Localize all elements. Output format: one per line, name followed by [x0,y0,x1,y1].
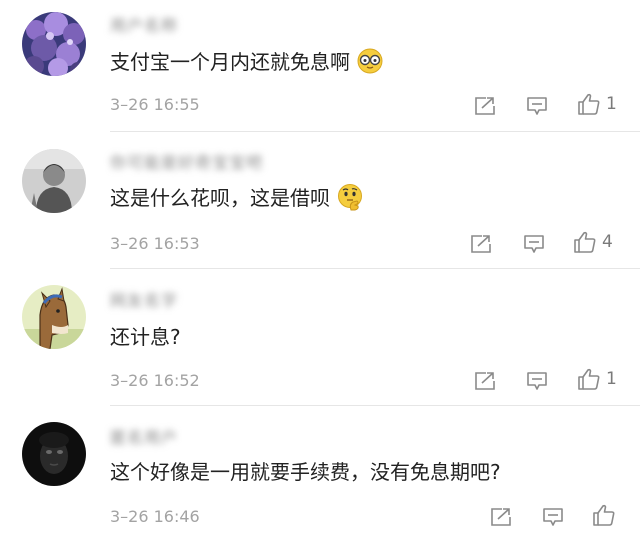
comment-text: 这是什么花呗，这是借呗 [110,182,364,211]
share-button[interactable] [470,233,492,255]
comment-icon [527,97,547,115]
timestamp: 3–26 16:53 [110,234,200,253]
reply-button[interactable] [526,95,548,117]
comment-item: 匿名用户 这个好像是一用就要手续费，没有免息期吧? 3–26 16:46 [0,406,640,543]
like-count: 1 [606,94,617,114]
avatar[interactable] [22,285,86,349]
avatar[interactable] [22,422,86,486]
comment-text-label: 支付宝一个月内还就免息啊 [110,50,350,74]
comment-text: 支付宝一个月内还就免息啊 [110,46,384,75]
thumbs-up-icon [578,368,600,390]
username[interactable]: 匿名用户 [110,424,178,447]
username[interactable]: 网友名字 [110,287,178,310]
like-count: 1 [606,369,617,389]
comment-icon [524,235,544,253]
comment-text: 这个好像是一用就要手续费，没有免息期吧? [110,456,501,485]
like-button[interactable] [592,504,621,526]
like-button[interactable]: 1 [577,368,617,390]
avatar[interactable] [22,149,86,213]
like-count: 4 [602,232,613,252]
comment-text-label: 这个好像是一用就要手续费，没有免息期吧? [110,460,501,484]
timestamp: 3–26 16:55 [110,95,200,114]
timestamp: 3–26 16:46 [110,507,200,526]
share-button[interactable] [474,370,496,392]
comment-text: 还计息? [110,321,181,350]
comment-item: 你可能是好奇宝宝吧 这是什么花呗，这是借呗 3–26 16:53 4 [0,132,640,269]
comment-text-label: 还计息? [110,325,181,349]
username[interactable]: 用户名称 [110,12,178,35]
reply-button[interactable] [526,370,548,392]
like-button[interactable]: 4 [573,231,613,253]
comment-item: 网友名字 还计息? 3–26 16:52 1 [0,269,640,406]
comment-icon [527,372,547,390]
share-button[interactable] [474,95,496,117]
avatar[interactable] [22,12,86,76]
thinking-face-emoji-icon [336,183,364,211]
comment-item: 用户名称 支付宝一个月内还就免息啊 3–26 16:55 1 [0,0,640,132]
share-button[interactable] [490,506,512,528]
thumbs-up-icon [578,93,600,115]
share-icon [471,235,491,253]
comment-icon [543,508,563,526]
thumbs-up-icon [574,231,596,253]
glasses-face-emoji-icon [356,47,384,75]
reply-button[interactable] [542,506,564,528]
reply-button[interactable] [523,233,545,255]
timestamp: 3–26 16:52 [110,371,200,390]
like-button[interactable]: 1 [577,93,617,115]
share-icon [491,508,511,526]
share-icon [475,372,495,390]
share-icon [475,97,495,115]
comment-text-label: 这是什么花呗，这是借呗 [110,186,330,210]
username[interactable]: 你可能是好奇宝宝吧 [110,149,263,172]
thumbs-up-icon [593,504,615,526]
